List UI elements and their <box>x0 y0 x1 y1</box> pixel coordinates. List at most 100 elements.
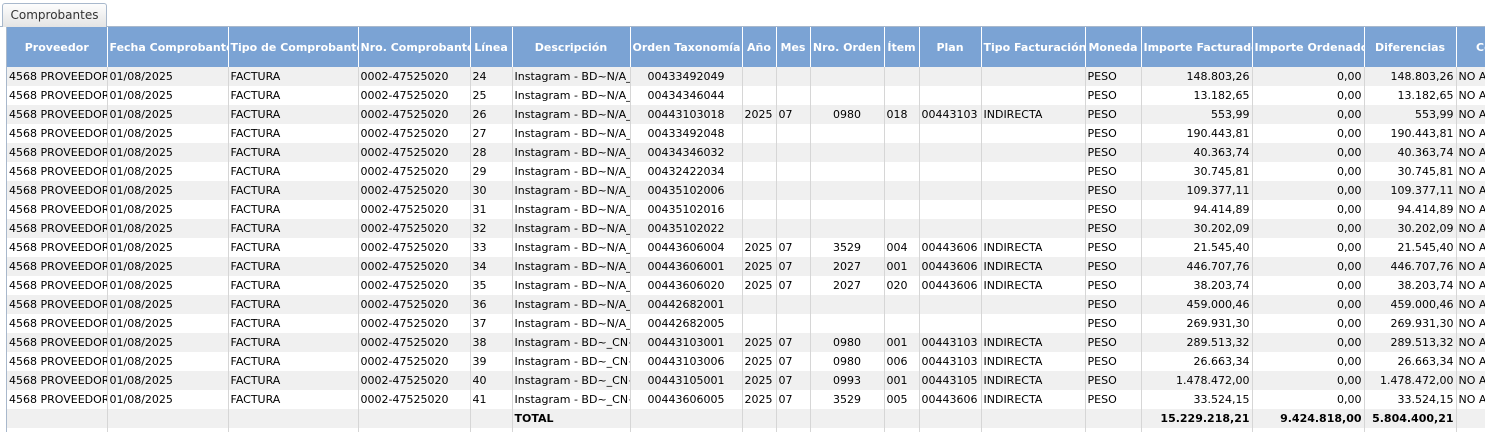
cell-item <box>884 85 920 105</box>
cell-plan <box>919 161 982 181</box>
table-row[interactable]: 4568 PROVEEDOR 01/08/2025 FACTURA 0002-4752… <box>7 104 1485 124</box>
column-header-orden-tax[interactable]: Orden Taxonomía <box>630 27 743 67</box>
filler-cell <box>630 427 743 432</box>
cell-nro: 0002-47525020 <box>358 123 471 143</box>
cell-fecha: 01/08/2025 <box>107 313 229 333</box>
cell-nro: 0002-47525020 <box>358 294 471 314</box>
column-header-imp-fact[interactable]: Importe Facturado <box>1141 27 1253 67</box>
cell-descripcion: Instagram - BD~N/A_CN <box>512 256 631 276</box>
cell-item: 001 <box>884 370 920 390</box>
filler-cell <box>470 427 513 432</box>
cell-tipo-fact <box>981 218 1086 238</box>
cell-diferencias: 33.524,15 <box>1364 389 1457 409</box>
cell-descripcion: Instagram - BD~N/A_CN <box>512 313 631 333</box>
table-row[interactable]: 4568 PROVEEDOR 01/08/2025 FACTURA 0002-4752… <box>7 180 1485 200</box>
column-header-mes[interactable]: Mes <box>776 27 811 67</box>
table-row[interactable]: 4568 PROVEEDOR 01/08/2025 FACTURA 0002-4752… <box>7 389 1485 409</box>
cell-diferencias: 289.513,32 <box>1364 332 1457 352</box>
cell-comp: NO AS <box>1456 180 1485 200</box>
cell-comp: NO AS <box>1456 199 1485 219</box>
cell-tipo: FACTURA <box>228 313 359 333</box>
tab-comprobantes[interactable]: Comprobantes <box>2 3 107 27</box>
cell-fecha: 01/08/2025 <box>107 85 229 105</box>
column-header-moneda[interactable]: Moneda <box>1085 27 1142 67</box>
cell-diferencias: 148.803,26 <box>1364 66 1457 86</box>
column-header-nro[interactable]: Nro. Comprobante <box>358 27 471 67</box>
column-header-plan[interactable]: Plan <box>919 27 982 67</box>
cell-nro-orden: 0980 <box>810 351 885 371</box>
column-header-diferencias[interactable]: Diferencias <box>1364 27 1457 67</box>
table-row[interactable]: 4568 PROVEEDOR 01/08/2025 FACTURA 0002-4752… <box>7 332 1485 352</box>
cell-imp-ord: 0,00 <box>1252 123 1365 143</box>
table-row[interactable]: 4568 PROVEEDOR 01/08/2025 FACTURA 0002-4752… <box>7 294 1485 314</box>
table-row[interactable]: 4568 PROVEEDOR 01/08/2025 FACTURA 0002-4752… <box>7 85 1485 105</box>
cell-plan <box>919 66 982 86</box>
column-header-tipo[interactable]: Tipo de Comprobante <box>228 27 359 67</box>
cell-imp-ord: 0,00 <box>1252 104 1365 124</box>
column-header-tipo-fact[interactable]: Tipo Facturación <box>981 27 1086 67</box>
column-header-imp-ord[interactable]: Importe Ordenado <box>1252 27 1365 67</box>
column-header-fecha[interactable]: Fecha Comprobante <box>107 27 229 67</box>
cell-orden-tax: 00435102022 <box>630 218 743 238</box>
column-header-item[interactable]: Ítem <box>884 27 920 67</box>
cell-anio <box>742 142 777 162</box>
cell-item: 006 <box>884 351 920 371</box>
total-empty-cell <box>630 408 743 428</box>
cell-nro: 0002-47525020 <box>358 332 471 352</box>
cell-comp: NO AS <box>1456 123 1485 143</box>
cell-tipo: FACTURA <box>228 332 359 352</box>
cell-diferencias: 26.663,34 <box>1364 351 1457 371</box>
cell-plan: 00443103 <box>919 351 982 371</box>
cell-plan: 00443105 <box>919 370 982 390</box>
cell-imp-fact: 33.524,15 <box>1141 389 1253 409</box>
cell-moneda: PESO <box>1085 237 1142 257</box>
column-header-proveedor[interactable]: Proveedor <box>7 27 108 67</box>
table-row[interactable]: 4568 PROVEEDOR 01/08/2025 FACTURA 0002-4752… <box>7 351 1485 371</box>
table-row[interactable]: 4568 PROVEEDOR 01/08/2025 FACTURA 0002-4752… <box>7 66 1485 86</box>
cell-imp-ord: 0,00 <box>1252 161 1365 181</box>
filler-cell <box>1085 427 1142 432</box>
cell-orden-tax: 00435102016 <box>630 199 743 219</box>
table-row[interactable]: 4568 PROVEEDOR 01/08/2025 FACTURA 0002-4752… <box>7 313 1485 333</box>
cell-fecha: 01/08/2025 <box>107 104 229 124</box>
cell-plan <box>919 218 982 238</box>
table-row[interactable]: 4568 PROVEEDOR 01/08/2025 FACTURA 0002-4752… <box>7 275 1485 295</box>
cell-proveedor: 4568 PROVEEDOR <box>7 85 108 105</box>
table-row[interactable]: 4568 PROVEEDOR 01/08/2025 FACTURA 0002-4752… <box>7 237 1485 257</box>
cell-proveedor: 4568 PROVEEDOR <box>7 180 108 200</box>
cell-descripcion: Instagram - BD~N/A_CN <box>512 218 631 238</box>
column-header-comp[interactable]: Comp <box>1456 27 1485 67</box>
cell-comp: NO AS <box>1456 218 1485 238</box>
cell-orden-tax: 00443606020 <box>630 275 743 295</box>
cell-nro-orden: 3529 <box>810 237 885 257</box>
table-row[interactable]: 4568 PROVEEDOR 01/08/2025 FACTURA 0002-4752… <box>7 123 1485 143</box>
cell-orden-tax: 00433492048 <box>630 123 743 143</box>
cell-orden-tax: 00442682005 <box>630 313 743 333</box>
total-empty-cell <box>358 408 471 428</box>
column-header-linea[interactable]: Línea <box>470 27 513 67</box>
cell-imp-fact: 30.745,81 <box>1141 161 1253 181</box>
cell-fecha: 01/08/2025 <box>107 161 229 181</box>
cell-proveedor: 4568 PROVEEDOR <box>7 294 108 314</box>
column-header-descripcion[interactable]: Descripción <box>512 27 631 67</box>
table-row[interactable]: 4568 PROVEEDOR 01/08/2025 FACTURA 0002-4752… <box>7 161 1485 181</box>
table-row[interactable]: 4568 PROVEEDOR 01/08/2025 FACTURA 0002-4752… <box>7 199 1485 219</box>
cell-mes <box>776 85 811 105</box>
cell-orden-tax: 00434346044 <box>630 85 743 105</box>
cell-tipo-fact <box>981 199 1086 219</box>
filler-cell <box>1456 427 1485 432</box>
cell-mes: 07 <box>776 332 811 352</box>
column-header-anio[interactable]: Año <box>742 27 777 67</box>
cell-fecha: 01/08/2025 <box>107 237 229 257</box>
cell-item: 005 <box>884 389 920 409</box>
table-row[interactable]: 4568 PROVEEDOR 01/08/2025 FACTURA 0002-4752… <box>7 218 1485 238</box>
cell-moneda: PESO <box>1085 294 1142 314</box>
table-row[interactable]: 4568 PROVEEDOR 01/08/2025 FACTURA 0002-4752… <box>7 370 1485 390</box>
cell-proveedor: 4568 PROVEEDOR <box>7 123 108 143</box>
table-row[interactable]: 4568 PROVEEDOR 01/08/2025 FACTURA 0002-4752… <box>7 142 1485 162</box>
cell-imp-ord: 0,00 <box>1252 256 1365 276</box>
table-row[interactable]: 4568 PROVEEDOR 01/08/2025 FACTURA 0002-4752… <box>7 256 1485 276</box>
column-header-nro-orden[interactable]: Nro. Orden <box>810 27 885 67</box>
cell-nro: 0002-47525020 <box>358 66 471 86</box>
cell-proveedor: 4568 PROVEEDOR <box>7 275 108 295</box>
